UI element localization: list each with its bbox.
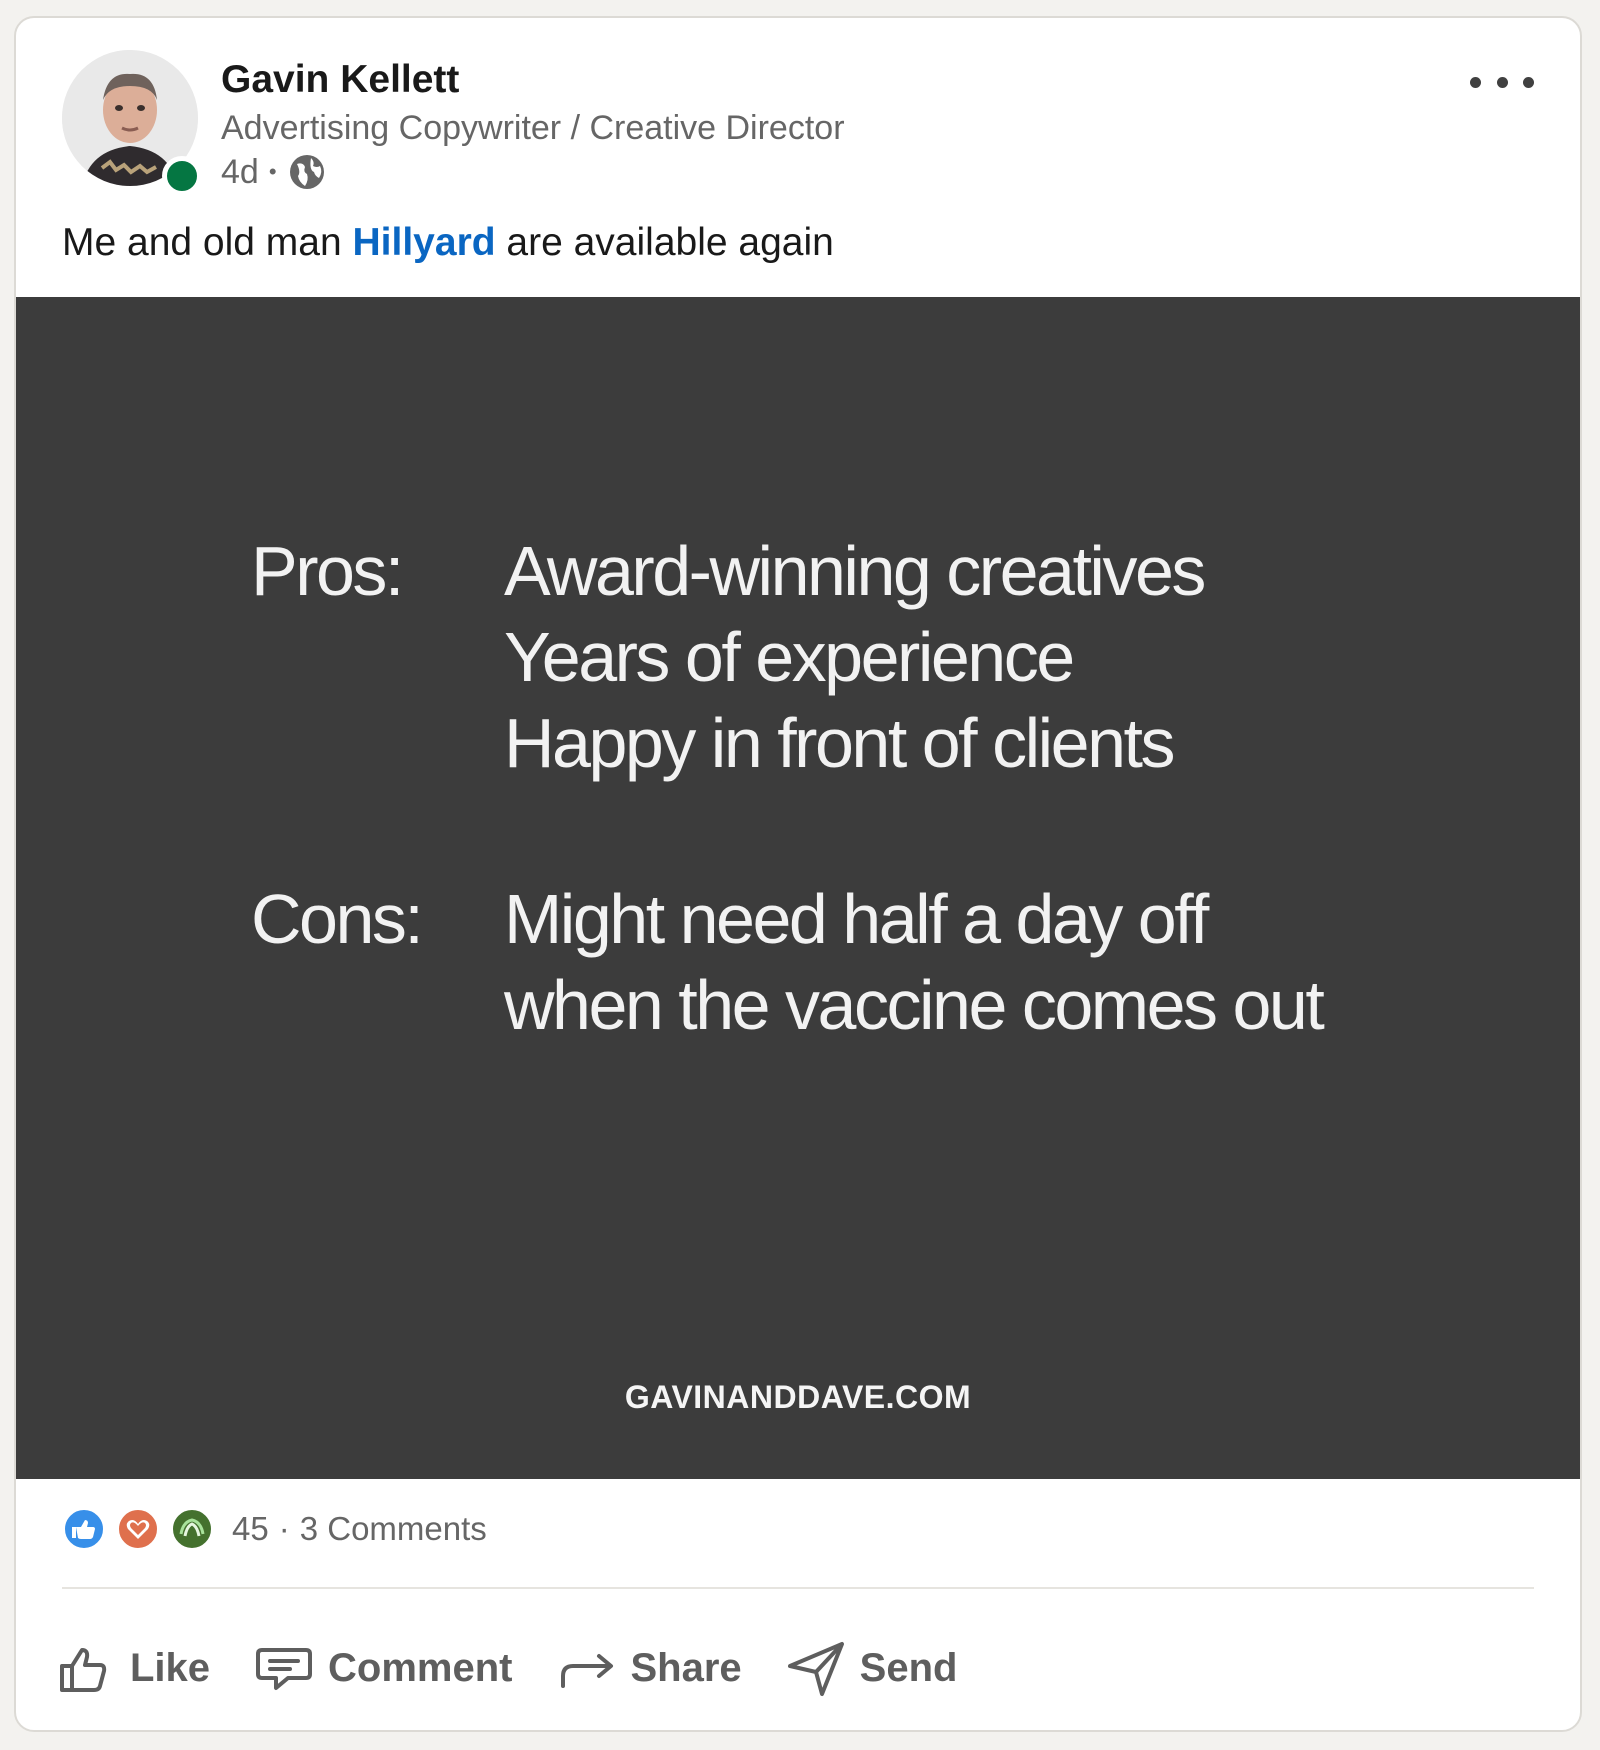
thumbs-up-icon bbox=[60, 1648, 107, 1692]
mention-link[interactable]: Hillyard bbox=[353, 221, 496, 264]
more-dot-icon bbox=[1523, 76, 1534, 88]
online-status-indicator bbox=[162, 156, 202, 196]
post-image[interactable]: Pros: Award-winning creatives Years of e… bbox=[16, 297, 1580, 1479]
like-reaction-icon bbox=[62, 1507, 106, 1551]
action-bar: Like Comment Share Send bbox=[56, 1638, 957, 1698]
more-dot-icon bbox=[1496, 76, 1508, 88]
globe-icon bbox=[289, 155, 324, 189]
send-label: Send bbox=[859, 1645, 958, 1690]
post-text: Me and old man Hillyard are available ag… bbox=[62, 221, 834, 265]
pros-item: Years of experience bbox=[504, 618, 1075, 696]
divider bbox=[62, 1587, 1534, 1589]
image-website: GAVINANDDAVE.COM bbox=[624, 1379, 972, 1415]
support-reaction-icon bbox=[170, 1507, 214, 1551]
comment-icon bbox=[256, 1648, 313, 1690]
author-name[interactable]: Gavin Kellett bbox=[221, 58, 459, 102]
social-counts: 45 · 3 Comments bbox=[62, 1507, 487, 1551]
more-options-button[interactable] bbox=[1470, 62, 1534, 102]
author-headline: Advertising Copywriter / Creative Direct… bbox=[221, 109, 845, 147]
send-paper-plane-icon bbox=[787, 1642, 844, 1696]
reaction-counts: 45 · 3 Comments bbox=[232, 1510, 487, 1548]
post-time: 4d bbox=[221, 152, 259, 191]
share-button[interactable]: Share bbox=[557, 1638, 742, 1698]
reaction-count[interactable]: 45 bbox=[232, 1510, 269, 1548]
more-dot-icon bbox=[1470, 76, 1481, 88]
love-reaction-icon bbox=[116, 1507, 160, 1551]
pros-label: Pros: bbox=[251, 532, 404, 610]
post-text-before: Me and old man bbox=[62, 221, 353, 264]
share-arrow-icon bbox=[560, 1654, 613, 1688]
post-card: Gavin Kellett Advertising Copywriter / C… bbox=[14, 16, 1582, 1732]
comments-count-link[interactable]: 3 Comments bbox=[300, 1510, 487, 1548]
like-label: Like bbox=[130, 1645, 211, 1690]
pros-item: Happy in front of clients bbox=[504, 704, 1175, 782]
like-button[interactable]: Like bbox=[56, 1638, 210, 1698]
post-meta: 4d • bbox=[221, 152, 327, 192]
post-text-after: are available again bbox=[495, 221, 834, 264]
send-button[interactable]: Send bbox=[786, 1638, 958, 1698]
comment-button[interactable]: Comment bbox=[254, 1638, 513, 1698]
share-label: Share bbox=[630, 1645, 742, 1690]
cons-item: when the vaccine comes out bbox=[504, 966, 1325, 1044]
pros-item: Award-winning creatives bbox=[504, 532, 1206, 610]
comment-label: Comment bbox=[328, 1645, 513, 1690]
count-separator: · bbox=[278, 1510, 290, 1547]
meta-separator: • bbox=[268, 159, 277, 184]
cons-label: Cons: bbox=[251, 880, 424, 958]
cons-item: Might need half a day off bbox=[504, 880, 1209, 958]
